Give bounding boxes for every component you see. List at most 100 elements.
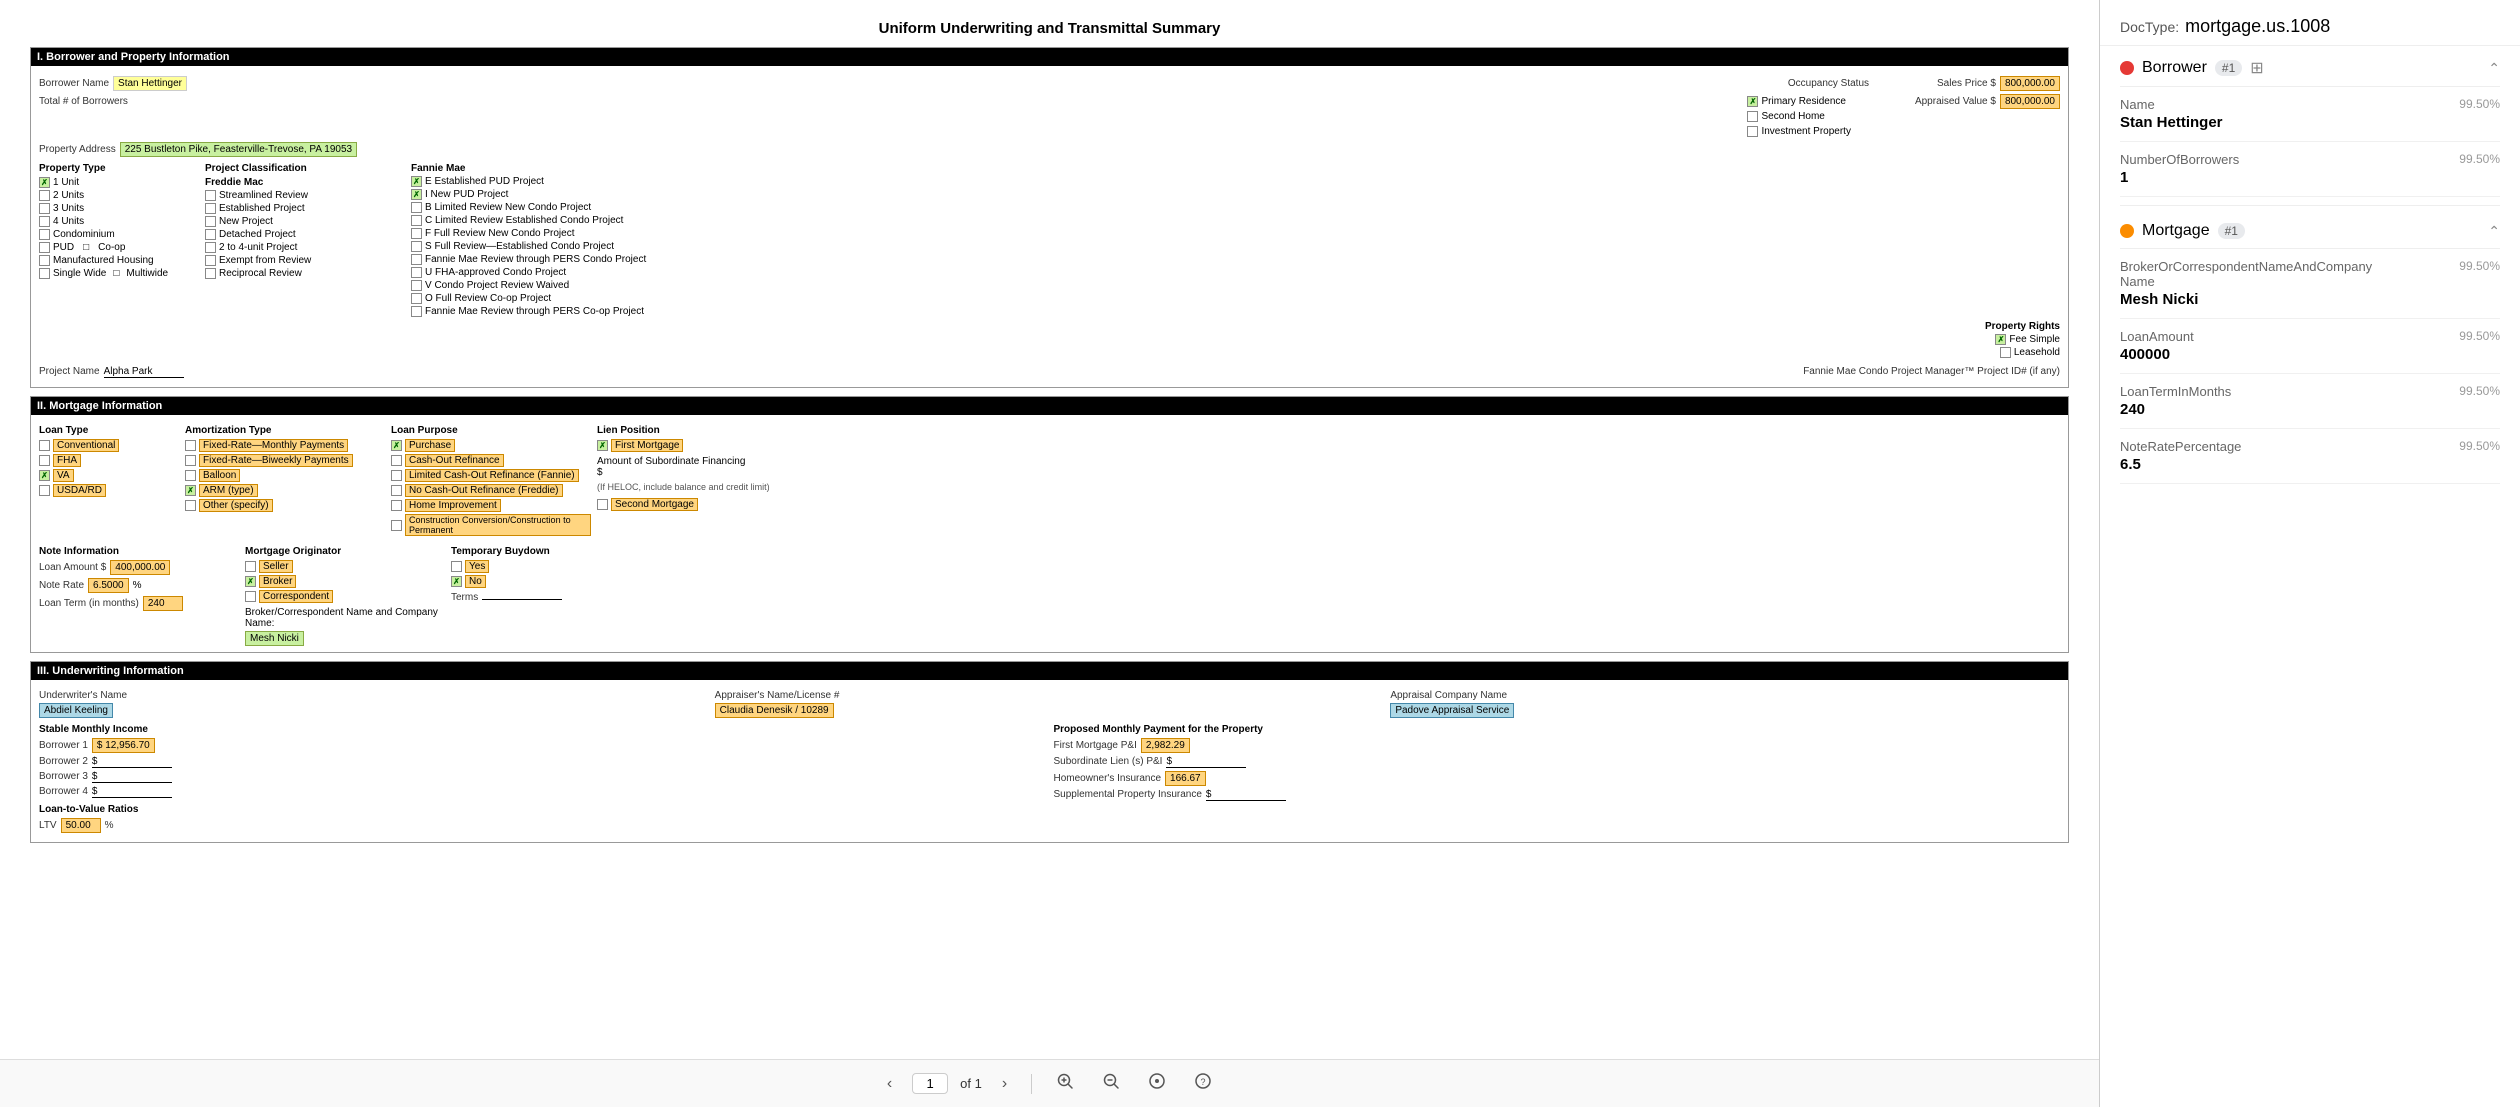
borrower-numberborrowers-confidence: 99.50% bbox=[2459, 152, 2500, 167]
pt-2units bbox=[39, 190, 50, 201]
sales-price-value: 800,000.00 bbox=[2000, 76, 2060, 91]
borrower-numberborrowers-value: 1 bbox=[2120, 169, 2500, 186]
lp-cashout bbox=[391, 455, 402, 466]
lt-va bbox=[39, 470, 50, 481]
borrower-fields: Name 99.50% Stan Hettinger NumberOfBorro… bbox=[2120, 87, 2500, 197]
orig-seller bbox=[245, 561, 256, 572]
buydown-yes bbox=[451, 561, 462, 572]
property-address-label: Property Address bbox=[39, 144, 116, 155]
freddie-new bbox=[205, 216, 216, 227]
section-mortgage-header: II. Mortgage Information bbox=[31, 397, 2068, 415]
freddie-detached bbox=[205, 229, 216, 240]
mortgage-header-left: Mortgage #1 bbox=[2120, 222, 2245, 240]
borrower-entity-header[interactable]: Borrower #1 ⊞ ⌃ bbox=[2120, 46, 2500, 87]
mortgage-entity-badge: #1 bbox=[2218, 223, 2245, 239]
sub-lien-label: Subordinate Lien (s) P&I bbox=[1054, 756, 1163, 767]
panel-body: Borrower #1 ⊞ ⌃ Name 99.50% Stan Hetting… bbox=[2100, 46, 2520, 1107]
borrower-name-label: Borrower Name bbox=[39, 78, 109, 89]
toolbar-separator bbox=[1031, 1074, 1032, 1094]
first-mortgage-value: 2,982.29 bbox=[1141, 738, 1190, 753]
mortgage-loanamount-confidence: 99.50% bbox=[2459, 329, 2500, 344]
fannie-s bbox=[411, 241, 422, 252]
homeowners-label: Homeowner's Insurance bbox=[1054, 773, 1162, 784]
homeowners-value: 166.67 bbox=[1165, 771, 1206, 786]
fannie-v bbox=[411, 280, 422, 291]
zoom-in-button[interactable] bbox=[1048, 1068, 1082, 1099]
mortgage-loanterm-label: LoanTermInMonths 99.50% bbox=[2120, 384, 2500, 399]
borrower-header-left: Borrower #1 ⊞ bbox=[2120, 58, 2264, 78]
borrower-numberborrowers-label: NumberOfBorrowers 99.50% bbox=[2120, 152, 2500, 167]
borrower-field-name-label: Name 99.50% bbox=[2120, 97, 2500, 112]
borrower-name-value: Stan Hettinger bbox=[113, 76, 187, 91]
underwriter-name-label: Underwriter's Name bbox=[39, 690, 709, 701]
section-divider bbox=[2120, 205, 2500, 206]
heloc-note: (If HELOC, include balance and credit li… bbox=[597, 482, 2060, 492]
freddie-reciprocal bbox=[205, 268, 216, 279]
mortgage-noterate-confidence: 99.50% bbox=[2459, 439, 2500, 454]
fannie-pers-condo bbox=[411, 254, 422, 265]
freddie-2to4 bbox=[205, 242, 216, 253]
fannie-b bbox=[411, 202, 422, 213]
mortgage-broker-confidence: 99.50% bbox=[2459, 259, 2500, 289]
zoom-in-icon bbox=[1056, 1072, 1074, 1090]
mortgage-broker-value: Mesh Nicki bbox=[2120, 291, 2500, 308]
loan-amount-label: Loan Amount $ bbox=[39, 562, 106, 573]
mortgage-loanamount-value: 400000 bbox=[2120, 346, 2500, 363]
mortgage-field-note-rate: NoteRatePercentage 99.50% 6.5 bbox=[2120, 429, 2500, 484]
next-page-button[interactable]: › bbox=[994, 1071, 1015, 1097]
section-underwriting: III. Underwriting Information Underwrite… bbox=[30, 661, 2069, 843]
appraiser-name-label: Appraiser's Name/License # bbox=[715, 690, 1385, 701]
pt-4units bbox=[39, 216, 50, 227]
borrower4-value: $ bbox=[92, 786, 172, 798]
appraised-value-label: Appraised Value $ bbox=[1915, 96, 1996, 107]
broker-name-label: Broker/Correspondent Name and Company Na… bbox=[245, 607, 445, 629]
zoom-out-icon bbox=[1102, 1072, 1120, 1090]
primary-residence-checkbox bbox=[1747, 96, 1758, 107]
freddie-established bbox=[205, 203, 216, 214]
prev-page-button[interactable]: ‹ bbox=[879, 1071, 900, 1097]
fannie-mae-label: Fannie Mae bbox=[411, 163, 2060, 174]
borrower-grid-icon: ⊞ bbox=[2250, 58, 2263, 78]
pt-pud bbox=[39, 242, 50, 253]
fannie-e bbox=[411, 176, 422, 187]
doctype-label: DocType: bbox=[2120, 19, 2179, 35]
terms-label: Terms bbox=[451, 592, 478, 603]
loan-type-label: Loan Type bbox=[39, 425, 179, 436]
note-info-label: Note Information bbox=[39, 546, 239, 557]
project-name-value: Alpha Park bbox=[104, 366, 184, 378]
borrower-chevron-icon: ⌃ bbox=[2488, 60, 2500, 77]
fannie-condo-pm-label: Fannie Mae Condo Project Manager™ Projec… bbox=[1803, 366, 2060, 377]
borrower1-value: $ 12,956.70 bbox=[92, 738, 155, 753]
fannie-pers-coop bbox=[411, 306, 422, 317]
section-mortgage: II. Mortgage Information Loan Type Conve… bbox=[30, 396, 2069, 653]
fannie-f bbox=[411, 228, 422, 239]
mortgage-entity-header[interactable]: Mortgage #1 ⌃ bbox=[2120, 210, 2500, 249]
lien-position-label: Lien Position bbox=[597, 425, 2060, 436]
mortgage-dot bbox=[2120, 224, 2134, 238]
property-rights-label: Property Rights bbox=[1985, 321, 2060, 332]
lp-construction bbox=[391, 520, 402, 531]
help-button[interactable]: ? bbox=[1186, 1068, 1220, 1099]
property-address-value: 225 Bustleton Pike, Feasterville-Trevose… bbox=[120, 142, 357, 157]
document-title: Uniform Underwriting and Transmittal Sum… bbox=[30, 20, 2069, 37]
total-pages: of 1 bbox=[960, 1076, 982, 1091]
panel-header: DocType: mortgage.us.1008 bbox=[2100, 0, 2520, 46]
lp-first bbox=[597, 440, 608, 451]
zoom-out-button[interactable] bbox=[1094, 1068, 1128, 1099]
pan-button[interactable] bbox=[1140, 1068, 1174, 1099]
current-page-input[interactable] bbox=[912, 1073, 948, 1094]
lt-conventional bbox=[39, 440, 50, 451]
mortgage-loanterm-confidence: 99.50% bbox=[2459, 384, 2500, 399]
second-home-checkbox bbox=[1747, 111, 1758, 122]
second-home-label: Second Home bbox=[1761, 111, 1824, 122]
pan-icon bbox=[1148, 1072, 1166, 1090]
section-borrower-header: I. Borrower and Property Information bbox=[31, 48, 2068, 66]
mortgage-fields: BrokerOrCorrespondentNameAndCompanyName … bbox=[2120, 249, 2500, 484]
help-icon: ? bbox=[1194, 1072, 1212, 1090]
loan-term-value: 240 bbox=[143, 596, 183, 611]
borrower-field-name: Name 99.50% Stan Hettinger bbox=[2120, 87, 2500, 142]
borrower4-label: Borrower 4 bbox=[39, 786, 88, 797]
pt-3units bbox=[39, 203, 50, 214]
borrower2-label: Borrower 2 bbox=[39, 756, 88, 767]
project-name-label: Project Name bbox=[39, 366, 100, 377]
